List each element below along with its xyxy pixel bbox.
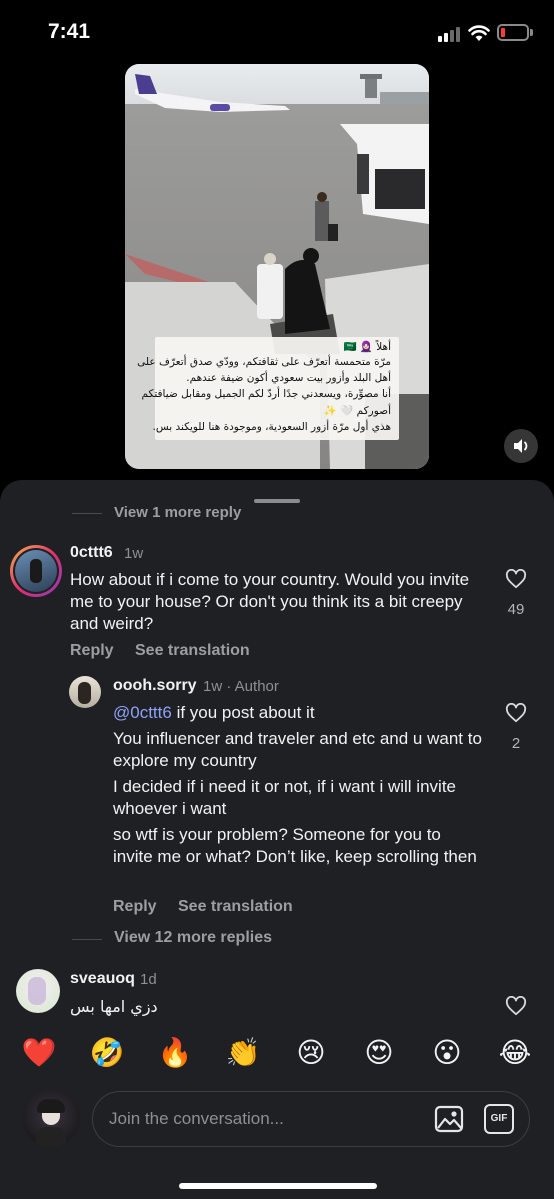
caption-line: هذي أول مرّة أزور السعودية، وموجودة هنا … [152, 421, 392, 433]
comment-input[interactable]: Join the conversation... [92, 1091, 530, 1147]
comment-input-placeholder: Join the conversation... [109, 1109, 284, 1128]
caption-line: أهلاً 🧕🏻 🇸🇦 [343, 341, 391, 353]
battery-icon [497, 24, 529, 41]
gif-button[interactable]: GIF [484, 1104, 514, 1134]
reply-paragraph: You influencer and traveler and etc and … [113, 729, 482, 770]
battery-tip [530, 29, 533, 36]
comment-username[interactable]: sveauoq [70, 970, 135, 988]
avatar[interactable] [10, 545, 62, 597]
status-bar: 7:41 [0, 0, 554, 66]
video-caption-box: أهلاً 🧕🏻 🇸🇦 مرّة متحمسة أتعرّف على ثقافت… [137, 337, 399, 440]
see-translation-button[interactable]: See translation [135, 642, 250, 660]
comment-username[interactable]: 0cttt6 [70, 544, 113, 562]
heart-outline-icon[interactable] [505, 569, 527, 589]
reply-username[interactable]: oooh.sorry [113, 677, 197, 695]
caption-line: أهل البلد وأزور بيت سعودي أكون ضيفة عنده… [186, 372, 391, 384]
caption-line: أنا مصوِّرة، ويسعدني جدًا أردّ لكم الجمي… [141, 388, 391, 400]
comment-text: How about if i come to your country. Wou… [70, 570, 470, 633]
avatar[interactable] [69, 676, 101, 708]
reply-button[interactable]: Reply [70, 642, 114, 660]
emoji-joy-button[interactable]: 😂 [497, 1035, 533, 1071]
caption-line: مرّة متحمسة أتعرّف على ثقافتكم، وودّي صد… [137, 356, 391, 368]
current-user-avatar[interactable] [22, 1089, 80, 1147]
sheet-drag-handle[interactable] [254, 499, 300, 503]
avatar[interactable] [16, 969, 60, 1013]
mute-toggle-button[interactable] [504, 429, 538, 463]
thread-divider [72, 939, 102, 940]
heart-outline-icon[interactable] [505, 703, 527, 723]
emoji-fire-button[interactable]: 🔥 [157, 1035, 193, 1071]
speaker-icon [514, 439, 528, 453]
emoji-heart-button[interactable]: ❤️ [21, 1035, 57, 1071]
heart-outline-icon[interactable] [505, 996, 527, 1016]
reply-line-1: @0cttt6 if you post about it [113, 702, 493, 724]
reply-meta: 1w · Author [203, 678, 279, 695]
like-count: 49 [507, 601, 525, 618]
status-time: 7:41 [48, 20, 91, 43]
cellular-signal-icon [438, 26, 460, 42]
thread-divider [72, 513, 102, 514]
emoji-quick-bar: ❤️ 🤣 🔥 👏 😢 😍 😮 😂 [0, 1022, 554, 1088]
view-more-top-link[interactable]: View 1 more reply [114, 504, 241, 521]
home-indicator [179, 1183, 377, 1189]
image-icon[interactable] [434, 1104, 464, 1134]
reply-button[interactable]: Reply [113, 898, 157, 916]
comment-time: 1w [124, 545, 144, 562]
emoji-wow-button[interactable]: 😮 [429, 1035, 465, 1071]
video-preview[interactable]: أهلاً 🧕🏻 🇸🇦 مرّة متحمسة أتعرّف على ثقافت… [125, 64, 429, 469]
reply-paragraph: so wtf is your problem? Someone for you … [113, 825, 477, 866]
mention-link[interactable]: @0cttt6 [113, 703, 172, 722]
emoji-clap-button[interactable]: 👏 [225, 1035, 261, 1071]
comment-time: 1d [140, 971, 157, 988]
see-translation-button[interactable]: See translation [178, 898, 293, 916]
wifi-icon [468, 25, 490, 41]
emoji-cry-button[interactable]: 😢 [293, 1035, 329, 1071]
emoji-heart-eyes-button[interactable]: 😍 [361, 1035, 397, 1071]
like-count: 2 [511, 735, 521, 752]
caption-line: أصوركم 🤍 ✨ [323, 405, 391, 417]
comment-text: دزي امها بس [70, 997, 158, 1016]
gif-label: GIF [490, 1113, 508, 1124]
reply-paragraph: I decided if i need it or not, if i want… [113, 777, 456, 818]
view-more-replies-link[interactable]: View 12 more replies [114, 929, 272, 947]
reply-line-1-text: if you post about it [171, 703, 315, 722]
emoji-rofl-button[interactable]: 🤣 [89, 1035, 125, 1071]
